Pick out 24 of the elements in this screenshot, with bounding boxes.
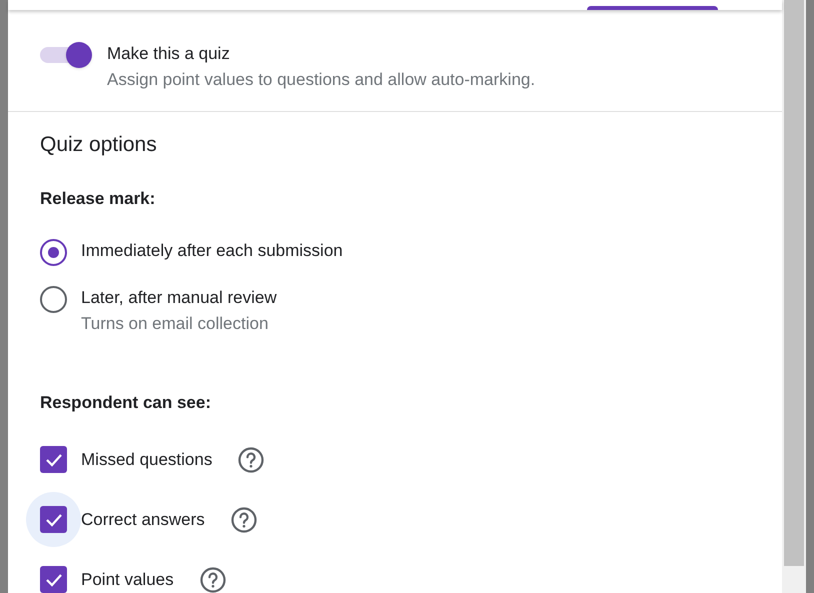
checkbox-label: Missed questions xyxy=(81,448,212,470)
section-heading: Release mark: xyxy=(40,188,156,210)
radio-button[interactable] xyxy=(40,286,67,313)
radio-button[interactable] xyxy=(40,239,67,266)
check-icon xyxy=(44,452,62,466)
radio-label: Immediately after each submission xyxy=(81,240,343,262)
checkbox[interactable] xyxy=(40,566,67,593)
help-icon[interactable] xyxy=(230,506,257,532)
checkbox-label: Correct answers xyxy=(81,508,205,530)
checkbox[interactable] xyxy=(40,446,67,473)
quiz-toggle-label: Make this a quiz xyxy=(107,43,231,65)
radio-label: Later, after manual review xyxy=(81,287,277,309)
scrollbar-thumb[interactable] xyxy=(784,0,804,566)
quiz-toggle-description: Assign point values to questions and allow auto-marking. xyxy=(107,69,536,91)
help-icon[interactable] xyxy=(200,566,226,592)
quiz-toggle[interactable] xyxy=(40,42,92,68)
checkbox-label: Point values xyxy=(81,568,174,590)
help-icon[interactable] xyxy=(238,446,264,472)
check-icon xyxy=(44,572,62,586)
checkbox[interactable] xyxy=(40,506,67,533)
check-icon xyxy=(44,512,62,526)
section-title: Quiz options xyxy=(40,132,158,158)
section-heading: Respondent can see: xyxy=(40,392,212,414)
radio-note: Turns on email collection xyxy=(81,313,270,335)
